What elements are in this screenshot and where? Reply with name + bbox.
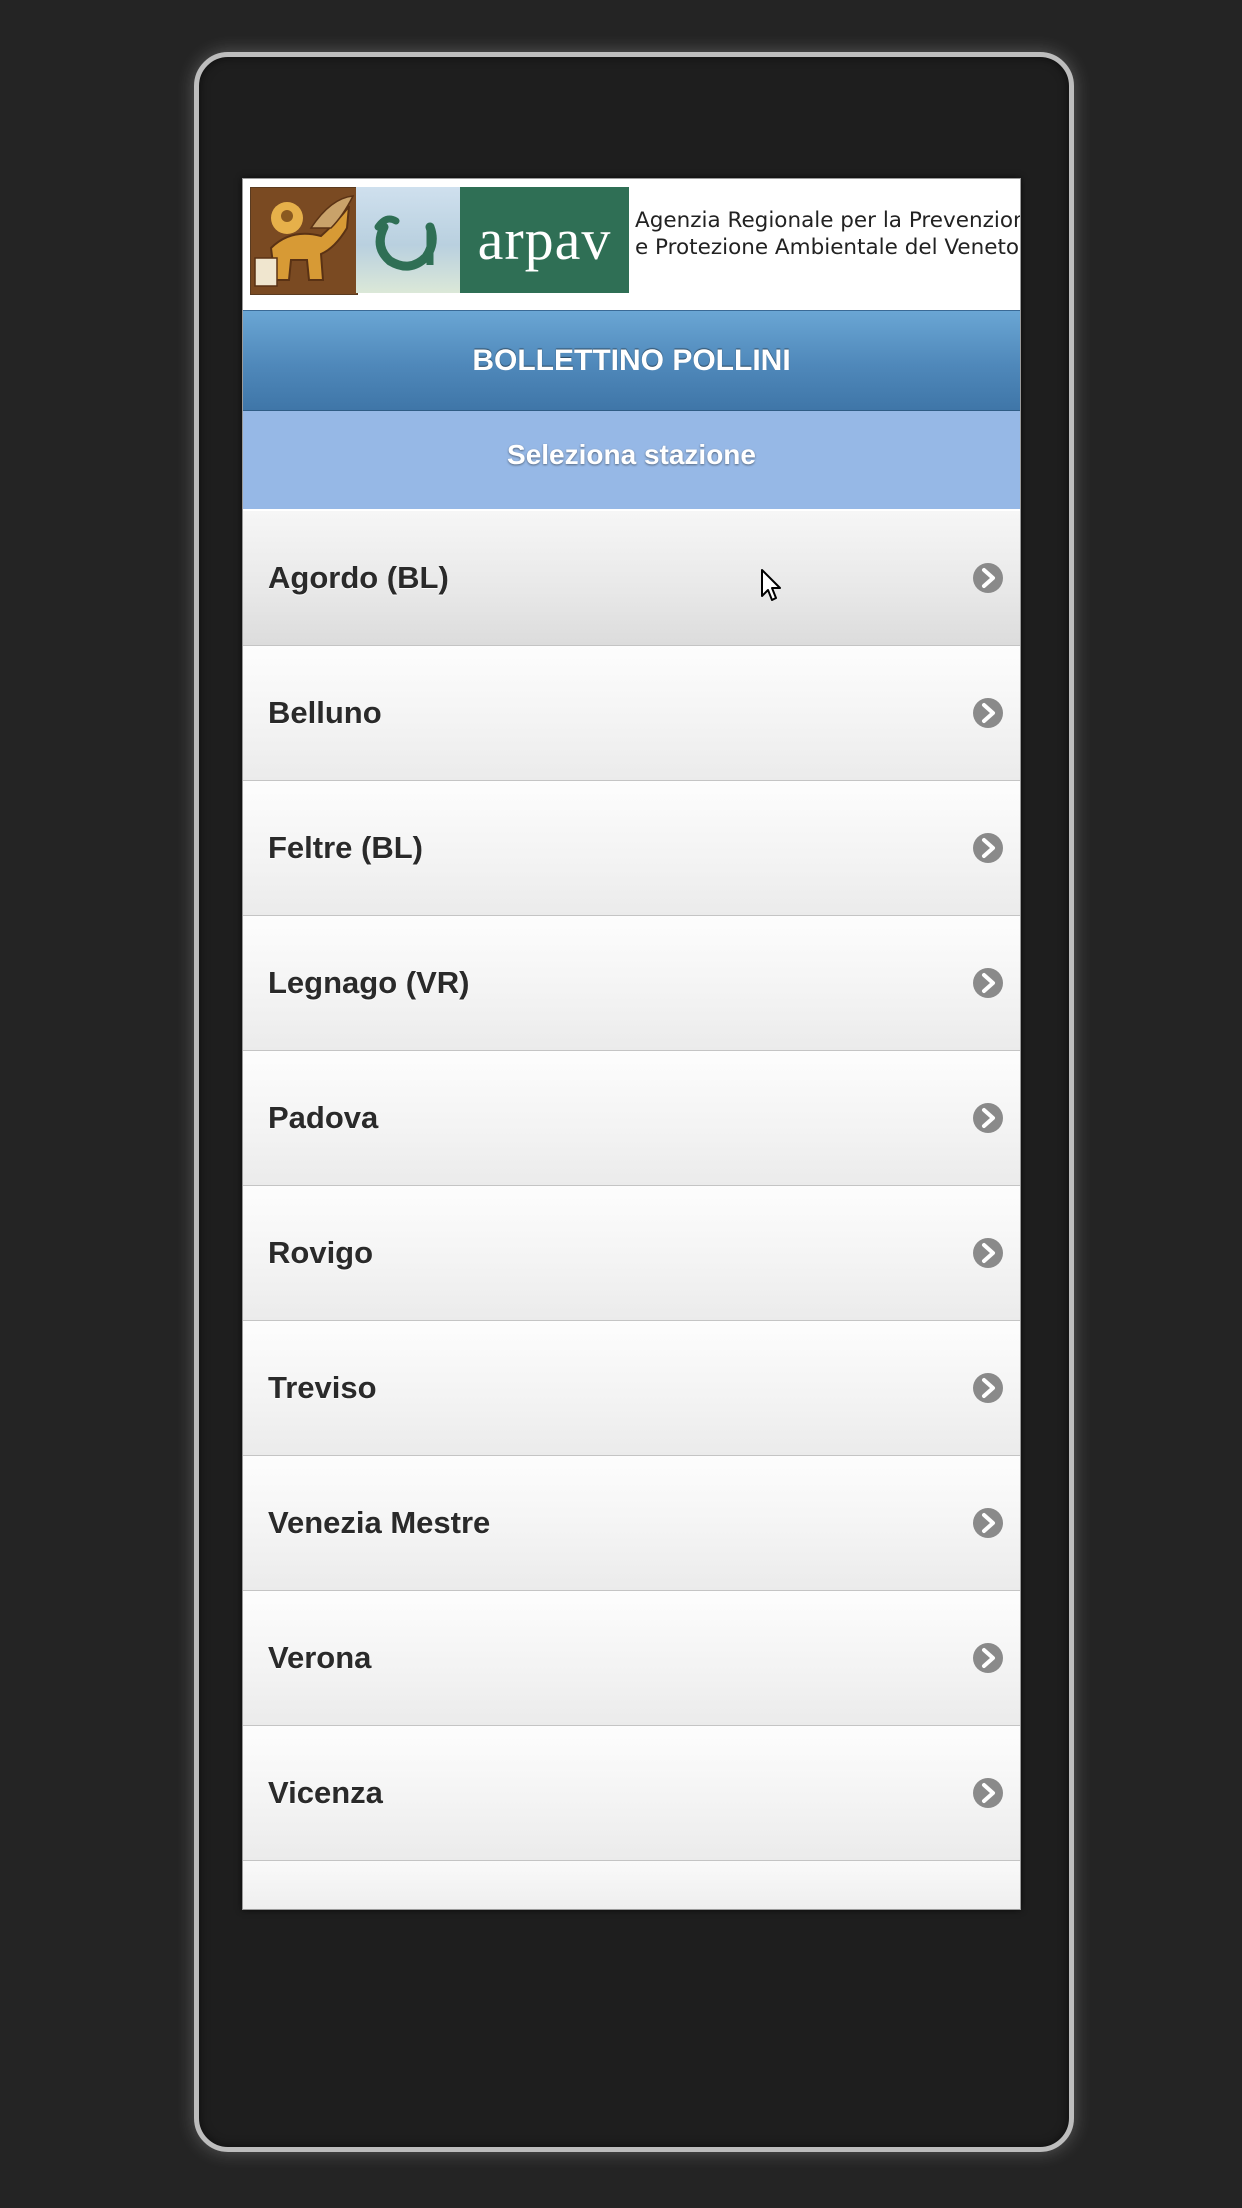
station-label: Feltre (BL) bbox=[268, 830, 423, 865]
station-item-padova[interactable]: Padova bbox=[243, 1051, 1020, 1186]
chevron-right-icon bbox=[972, 832, 1004, 864]
agency-name: Agenzia Regionale per la Prevenzione e P… bbox=[635, 207, 1020, 261]
arpav-swirl-logo bbox=[356, 187, 460, 293]
chevron-right-icon bbox=[972, 1372, 1004, 1404]
station-item-vicenza[interactable]: Vicenza bbox=[243, 1726, 1020, 1861]
chevron-right-icon bbox=[972, 1237, 1004, 1269]
agency-line-2: e Protezione Ambientale del Veneto bbox=[635, 235, 1020, 260]
station-label: Verona bbox=[268, 1640, 372, 1675]
chevron-right-icon bbox=[972, 1507, 1004, 1539]
station-item-agordo[interactable]: Agordo (BL) bbox=[243, 511, 1020, 646]
arpav-logo-text: arpav bbox=[460, 187, 629, 293]
chevron-right-icon bbox=[972, 697, 1004, 729]
station-label: Rovigo bbox=[268, 1235, 374, 1270]
list-heading: Seleziona stazione bbox=[243, 411, 1020, 509]
station-item-verona[interactable]: Verona bbox=[243, 1591, 1020, 1726]
station-item-venezia-mestre[interactable]: Venezia Mestre bbox=[243, 1456, 1020, 1591]
station-label: Belluno bbox=[268, 695, 382, 730]
station-item-belluno[interactable]: Belluno bbox=[243, 646, 1020, 781]
agency-line-1: Agenzia Regionale per la Prevenzione bbox=[635, 208, 1021, 233]
station-label: Venezia Mestre bbox=[268, 1505, 491, 1540]
station-label: Padova bbox=[268, 1100, 379, 1135]
station-label: Legnago (VR) bbox=[268, 965, 470, 1000]
station-label: Treviso bbox=[268, 1370, 377, 1405]
list-footer-edge bbox=[243, 1861, 1020, 1909]
station-item-treviso[interactable]: Treviso bbox=[243, 1321, 1020, 1456]
venetian-lion-logo bbox=[250, 187, 358, 295]
logo-header: arpav Agenzia Regionale per la Prevenzio… bbox=[243, 179, 1020, 309]
station-label: Agordo (BL) bbox=[268, 560, 449, 595]
station-item-rovigo[interactable]: Rovigo bbox=[243, 1186, 1020, 1321]
chevron-right-icon bbox=[972, 1642, 1004, 1674]
page-title: BOLLETTINO POLLINI bbox=[243, 310, 1020, 411]
chevron-right-icon bbox=[972, 967, 1004, 999]
station-list: Agordo (BL) Belluno Feltre (BL) Legnago … bbox=[243, 511, 1020, 1909]
chevron-right-icon bbox=[972, 1102, 1004, 1134]
mouse-cursor-icon bbox=[761, 569, 781, 601]
app-screen: arpav Agenzia Regionale per la Prevenzio… bbox=[242, 178, 1021, 1910]
station-item-feltre[interactable]: Feltre (BL) bbox=[243, 781, 1020, 916]
chevron-right-icon bbox=[972, 562, 1004, 594]
station-label: Vicenza bbox=[268, 1775, 383, 1810]
station-item-legnago[interactable]: Legnago (VR) bbox=[243, 916, 1020, 1051]
chevron-right-icon bbox=[972, 1777, 1004, 1809]
